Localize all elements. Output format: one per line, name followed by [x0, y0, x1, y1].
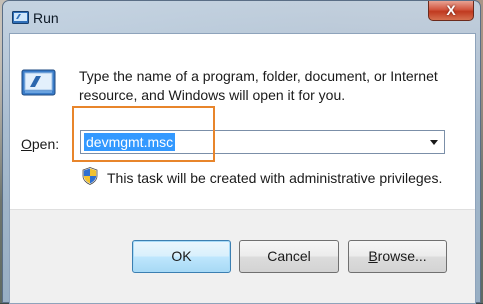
run-dialog-window: Run X Type the name of a program, folder… — [2, 0, 481, 304]
window-title: Run — [33, 10, 59, 26]
admin-privileges-note: This task will be created with administr… — [107, 170, 443, 186]
dialog-description: Type the name of a program, folder, docu… — [79, 68, 438, 103]
ok-button[interactable]: OK — [132, 240, 231, 273]
dialog-client-area: Type the name of a program, folder, docu… — [9, 33, 476, 304]
browse-button[interactable]: Browse... — [348, 240, 447, 273]
chevron-down-icon[interactable] — [426, 134, 442, 150]
run-icon — [21, 69, 56, 96]
annotation-highlight-box — [72, 106, 215, 162]
run-title-icon — [12, 11, 29, 24]
open-label: Open: — [21, 136, 60, 152]
close-icon: X — [446, 2, 456, 18]
cancel-button[interactable]: Cancel — [239, 240, 339, 273]
uac-shield-icon — [82, 167, 98, 185]
close-button[interactable]: X — [428, 1, 474, 21]
